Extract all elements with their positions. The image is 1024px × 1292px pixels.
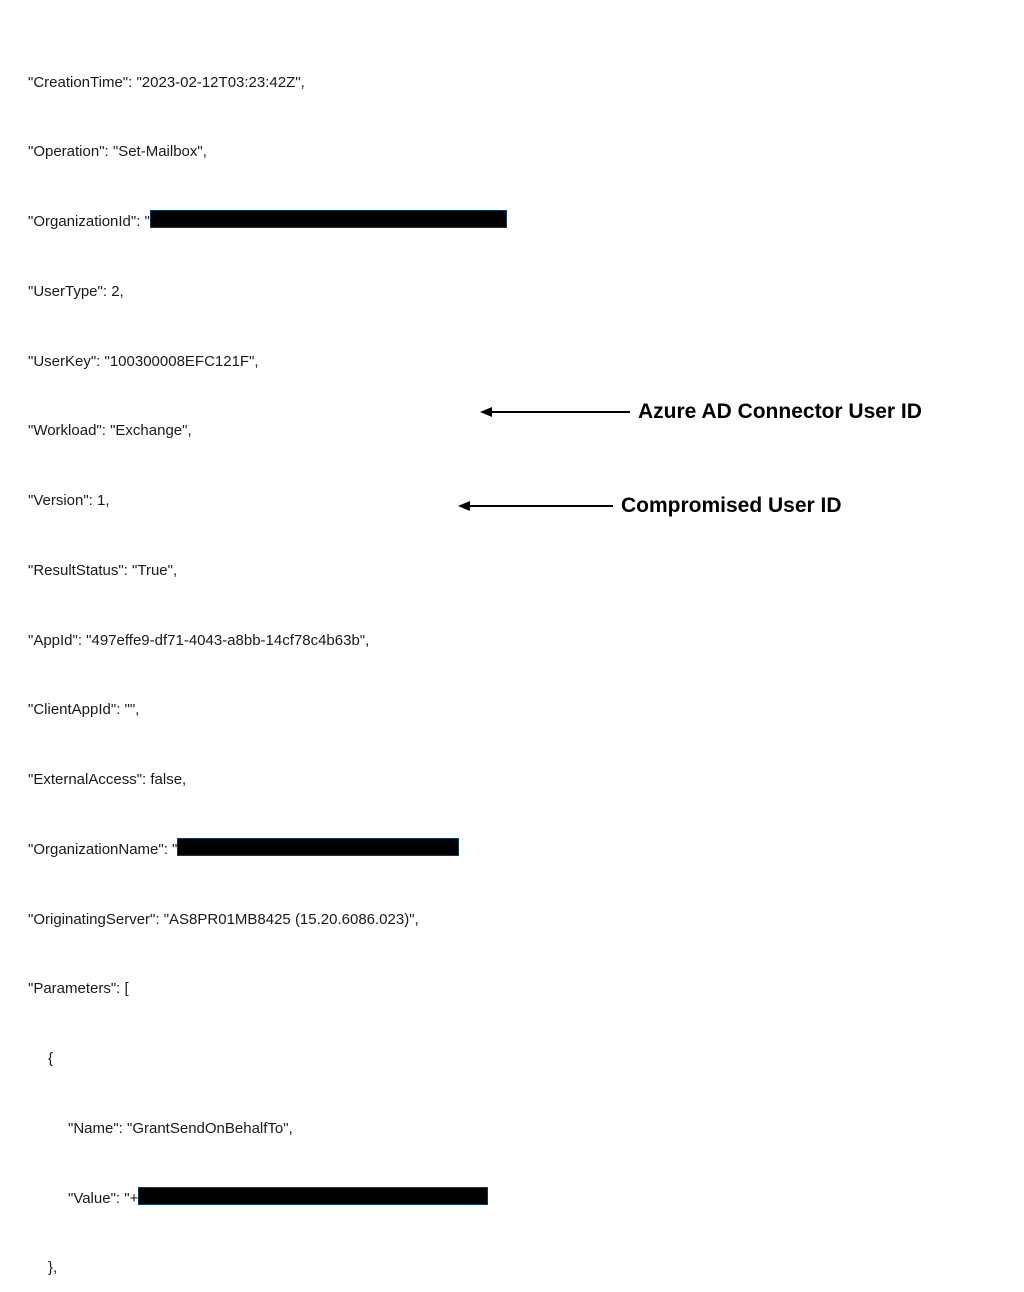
param0-open: { <box>28 1047 1024 1070</box>
prop: "CreationTime": " <box>28 74 142 91</box>
usertype-value: 2 <box>111 283 119 300</box>
externalaccess-value: false <box>150 771 182 788</box>
resultstatus-line: "ResultStatus": "True", <box>28 559 1024 582</box>
originating-line: "OriginatingServer": "AS8PR01MB8425 (15.… <box>28 908 1024 931</box>
org-name-redacted <box>177 838 459 856</box>
originating-value: AS8PR01MB8425 (15.20.6086.023) <box>169 911 409 928</box>
userkey-value: 100300008EFC121F <box>110 353 249 370</box>
externalaccess-line: "ExternalAccess": false, <box>28 768 1024 791</box>
param0-name-value: GrantSendOnBehalfTo <box>132 1120 283 1137</box>
annotation-1: Azure AD Connector User ID <box>480 400 922 424</box>
creation-time-value: 2023-02-12T03:23:42Z <box>142 74 295 91</box>
arrow-left-icon <box>480 405 630 419</box>
resultstatus-value: True <box>137 562 167 579</box>
clientappid-line: "ClientAppId": "", <box>28 698 1024 721</box>
orgname-line: "OrganizationName": " <box>28 838 1024 861</box>
param0-value-line: "Value": "+ <box>28 1187 1024 1210</box>
param0-close: }, <box>28 1256 1024 1279</box>
userkey-line: "UserKey": "100300008EFC121F", <box>28 350 1024 373</box>
arrow-left-icon <box>458 499 613 513</box>
org-id-line: "OrganizationId": " <box>28 210 1024 233</box>
appid-line: "AppId": "497effe9-df71-4043-a8bb-14cf78… <box>28 629 1024 652</box>
usertype-line: "UserType": 2, <box>28 280 1024 303</box>
annotation-1-label: Azure AD Connector User ID <box>638 400 922 424</box>
annotation-2: Compromised User ID <box>458 494 842 518</box>
param0-redacted <box>138 1187 488 1205</box>
param0-name-line: "Name": "GrantSendOnBehalfTo", <box>28 1117 1024 1140</box>
creation-time-line: "CreationTime": "2023-02-12T03:23:42Z", <box>28 71 1024 94</box>
json-log-block: "CreationTime": "2023-02-12T03:23:42Z", … <box>28 24 1024 1292</box>
workload-value: Exchange <box>115 422 182 439</box>
parameters-key-line: "Parameters": [ <box>28 977 1024 1000</box>
operation-line: "Operation": "Set-Mailbox", <box>28 140 1024 163</box>
org-id-redacted <box>150 210 507 228</box>
annotation-2-label: Compromised User ID <box>621 494 842 518</box>
param0-prefix: + <box>130 1190 139 1207</box>
operation-value: Set-Mailbox <box>118 143 197 160</box>
